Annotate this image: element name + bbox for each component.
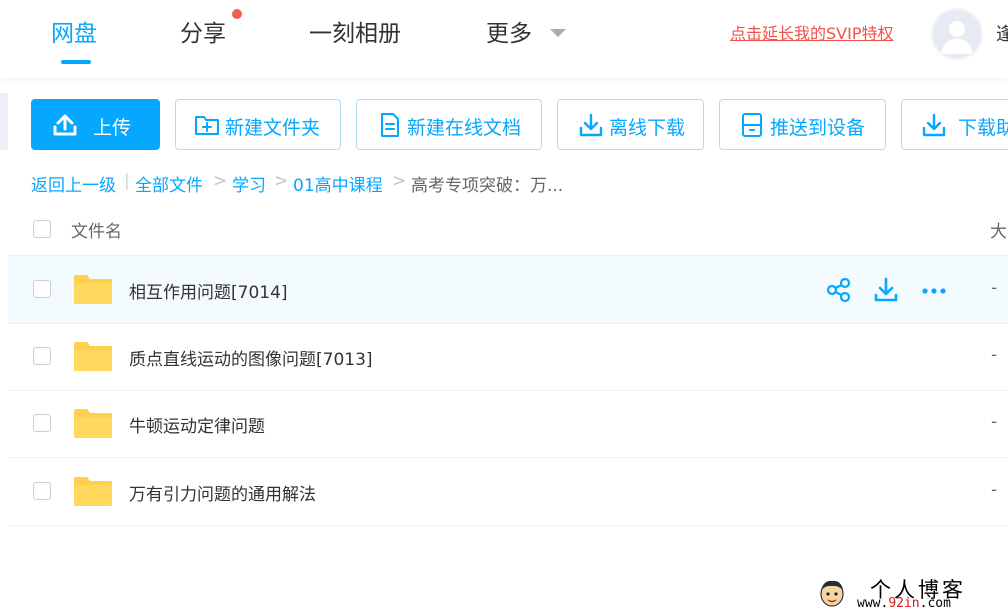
upload-button[interactable]: 上传	[31, 99, 160, 150]
breadcrumb-study[interactable]: 学习	[232, 171, 266, 196]
folder-icon	[74, 275, 112, 304]
breadcrumb-all-files[interactable]: 全部文件	[135, 171, 203, 196]
folder-add-icon	[195, 116, 219, 135]
tab-album[interactable]: 一刻相册	[309, 14, 401, 48]
table-row[interactable]: 相互作用问题[7014] -	[8, 255, 1008, 324]
push-to-device-button[interactable]: 推送到设备	[719, 99, 886, 150]
blog-logo-icon	[820, 580, 844, 607]
table-row[interactable]: 牛顿运动定律问题 -	[8, 390, 1008, 458]
file-size: -	[991, 345, 998, 365]
file-name[interactable]: 相互作用问题[7014]	[129, 278, 288, 303]
column-header-size[interactable]: 大	[990, 217, 1007, 242]
offline-download-button[interactable]: 离线下载	[557, 99, 704, 150]
back-link[interactable]: 返回上一级	[31, 171, 116, 196]
row-checkbox[interactable]	[33, 414, 51, 432]
folder-icon	[74, 409, 112, 438]
watermark-url: www.92in.com	[857, 596, 951, 611]
top-nav: 网盘 分享 一刻相册 更多 点击延长我的SVIP特权 逢	[0, 0, 1008, 78]
upload-label: 上传	[93, 117, 132, 139]
new-folder-label: 新建文件夹	[225, 117, 321, 139]
chevron-down-icon[interactable]	[550, 29, 566, 37]
upload-icon	[53, 114, 77, 136]
share-icon[interactable]	[825, 276, 853, 304]
tab-more[interactable]: 更多	[486, 14, 532, 48]
download-icon	[579, 113, 603, 137]
avatar[interactable]	[931, 8, 983, 60]
breadcrumb-course[interactable]: 01高中课程	[293, 171, 383, 196]
column-header-name[interactable]: 文件名	[71, 217, 122, 242]
document-icon	[381, 113, 399, 137]
file-name[interactable]: 万有引力问题的通用解法	[129, 480, 316, 505]
tab-share[interactable]: 分享	[180, 14, 226, 48]
username[interactable]: 逢	[996, 20, 1008, 46]
svip-renew-link[interactable]: 点击延长我的SVIP特权	[730, 20, 893, 44]
user-icon	[941, 21, 973, 54]
file-size: -	[991, 480, 998, 500]
breadcrumb-current: 高考专项突破：万...	[411, 176, 564, 196]
row-checkbox[interactable]	[33, 280, 51, 298]
table-row[interactable]: 万有引力问题的通用解法 -	[8, 458, 1008, 526]
active-tab-underline	[61, 60, 91, 64]
sidebar-edge	[0, 93, 8, 150]
file-size: -	[991, 412, 998, 432]
download-assistant-button[interactable]: 下载助	[901, 99, 1008, 150]
breadcrumb-separator: >	[213, 171, 228, 191]
breadcrumb-separator: >	[274, 171, 289, 191]
new-online-doc-button[interactable]: 新建在线文档	[356, 99, 542, 150]
download-icon	[922, 113, 946, 137]
offline-download-label: 离线下载	[609, 117, 686, 139]
download-icon[interactable]	[872, 276, 900, 304]
folder-icon	[74, 342, 112, 371]
notification-dot	[232, 9, 242, 19]
file-name[interactable]: 牛顿运动定律问题	[129, 412, 265, 437]
more-icon[interactable]	[920, 276, 948, 304]
push-to-device-label: 推送到设备	[770, 117, 866, 139]
row-checkbox[interactable]	[33, 347, 51, 365]
new-folder-button[interactable]: 新建文件夹	[175, 99, 341, 150]
new-online-doc-label: 新建在线文档	[407, 117, 522, 139]
tab-netdisk[interactable]: 网盘	[51, 14, 97, 48]
file-name[interactable]: 质点直线运动的图像问题[7013]	[129, 345, 373, 370]
breadcrumb-bar: |	[124, 171, 130, 191]
select-all-checkbox[interactable]	[33, 220, 51, 238]
folder-icon	[74, 477, 112, 506]
breadcrumb-separator: >	[392, 171, 407, 191]
file-size: -	[991, 278, 998, 298]
table-row[interactable]: 质点直线运动的图像问题[7013] -	[8, 323, 1008, 391]
device-icon	[742, 113, 762, 137]
row-checkbox[interactable]	[33, 482, 51, 500]
download-assistant-label: 下载助	[958, 117, 1008, 139]
